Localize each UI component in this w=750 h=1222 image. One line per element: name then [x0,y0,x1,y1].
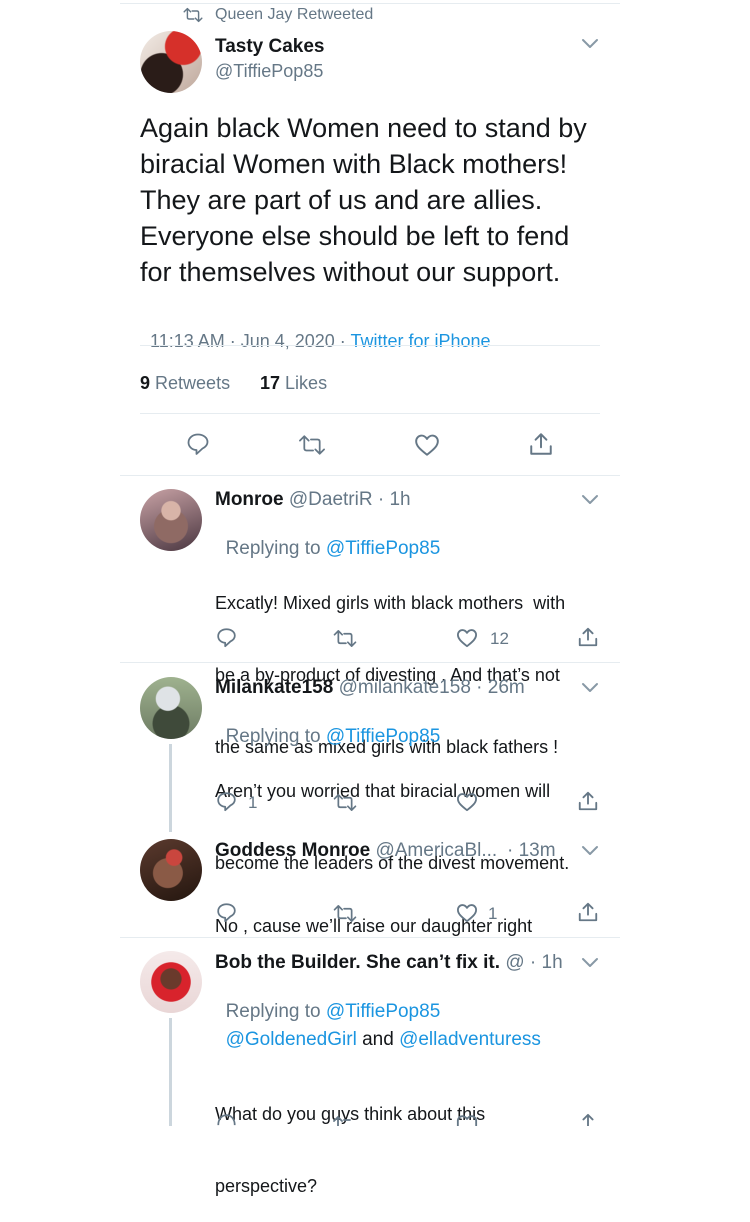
reply-text-line: Aren’t you worried that biracial women w… [215,781,551,801]
retweet-icon [183,7,203,23]
heart-icon[interactable] [456,792,478,812]
heart-icon[interactable] [456,628,478,648]
tweet-text-line: They are part of us and are allies. [140,185,543,215]
reply-author-name[interactable]: Bob the Builder. She can’t fix it. [215,952,500,973]
heart-icon[interactable] [456,903,478,923]
share-icon[interactable] [577,1112,599,1126]
divider [140,413,600,414]
tweet-source-link[interactable]: Twitter for iPhone [350,331,490,351]
retweeted-by-label[interactable]: Queen Jay Retweeted [215,6,373,24]
divider [120,475,620,476]
reply-author-name[interactable]: Monroe [215,489,284,510]
likes-label: Likes [285,373,328,393]
reply-text-line: Excatly! Mixed girls with black mothers … [215,593,566,613]
reply-text-line: No , cause we’ll raise our daughter righ… [215,916,533,936]
divider [140,345,600,346]
like-count: 1 [488,904,498,923]
likes-stat[interactable]: 17 Likes [260,373,327,394]
avatar[interactable] [140,677,202,739]
reply-author-name[interactable]: Goddess Monroe [215,840,370,861]
share-icon[interactable] [577,901,599,923]
reply-text-line: perspective? [215,1176,318,1196]
chevron-down-icon[interactable] [581,494,599,506]
chevron-down-icon[interactable] [581,957,599,969]
reply-text: No , cause we’ll raise our daughter righ… [215,866,532,962]
share-icon[interactable] [577,626,599,648]
likes-count: 17 [260,373,281,393]
retweet-icon[interactable] [333,793,357,812]
author-name[interactable]: Tasty Cakes [215,36,325,58]
mentions-line: @GoldenedGirl and @elladventuress [215,1007,541,1051]
reply-icon[interactable] [216,902,237,923]
retweet-icon[interactable] [298,434,326,456]
heart-icon[interactable] [456,1114,478,1126]
share-icon[interactable] [528,431,554,457]
reply-author-handle[interactable]: @AmericaBl... [375,840,497,861]
reply-author-handle[interactable]: @ [505,952,524,973]
reply-header: Milankate158 @milankate158 · 26m [215,677,525,699]
avatar[interactable] [140,839,202,901]
chevron-down-icon[interactable] [581,845,599,857]
divider [120,937,620,938]
reply-icon[interactable] [216,1113,237,1126]
reply-icon[interactable] [216,627,237,648]
mention-link[interactable]: @GoldenedGirl [226,1029,357,1050]
like-count: 12 [490,629,509,648]
tweet-text-line: for themselves without our support. [140,257,561,287]
reply-header: Bob the Builder. She can’t fix it. @ · 1… [215,952,563,974]
avatar[interactable] [140,489,202,551]
tweet-timestamp[interactable]: 11:13 AM · Jun 4, 2020 · [150,331,350,351]
chevron-down-icon[interactable] [581,38,599,50]
tweet-text: Again black Women need to stand by birac… [140,110,587,290]
retweets-label: Retweets [155,373,231,393]
reply-text: What do you guys think about this perspe… [215,1054,485,1222]
heart-icon[interactable] [414,433,440,457]
top-divider [120,3,620,4]
reply-icon[interactable] [186,432,210,456]
avatar[interactable] [140,31,202,93]
tweet-text-line: biracial Women with Black mothers! [140,149,568,179]
avatar[interactable] [140,951,202,1013]
retweet-icon[interactable] [333,904,357,923]
thread-line [169,744,172,832]
mention-and: and [356,1029,400,1050]
tweet-text-line: Everyone else should be left to fend [140,221,570,251]
divider [120,662,620,663]
chevron-down-icon[interactable] [581,682,599,694]
thread-line [169,1018,172,1126]
retweet-icon[interactable] [333,629,357,648]
tweet-text-line: Again black Women need to stand by [140,113,587,143]
reply-header: Goddess Monroe @AmericaBl... [215,840,497,862]
share-icon[interactable] [577,790,599,812]
reply-author-handle[interactable]: @milankate158 · 26m [339,677,525,698]
reply-timestamp[interactable]: · 13m [507,840,556,862]
reply-count: 1 [248,793,258,812]
reply-author-name[interactable]: Milankate158 [215,677,333,698]
mention-link[interactable]: @elladventuress [399,1029,541,1050]
retweets-count: 9 [140,373,151,393]
reply-icon[interactable] [216,791,237,812]
retweet-icon[interactable] [333,1115,357,1126]
reply-author-handle[interactable]: @DaetriR · 1h [289,489,411,510]
retweets-stat[interactable]: 9 Retweets [140,373,230,394]
author-handle[interactable]: @TiffiePop85 [215,61,323,82]
reply-timestamp[interactable]: · 1h [530,952,563,973]
reply-header: Monroe @DaetriR · 1h [215,489,411,511]
